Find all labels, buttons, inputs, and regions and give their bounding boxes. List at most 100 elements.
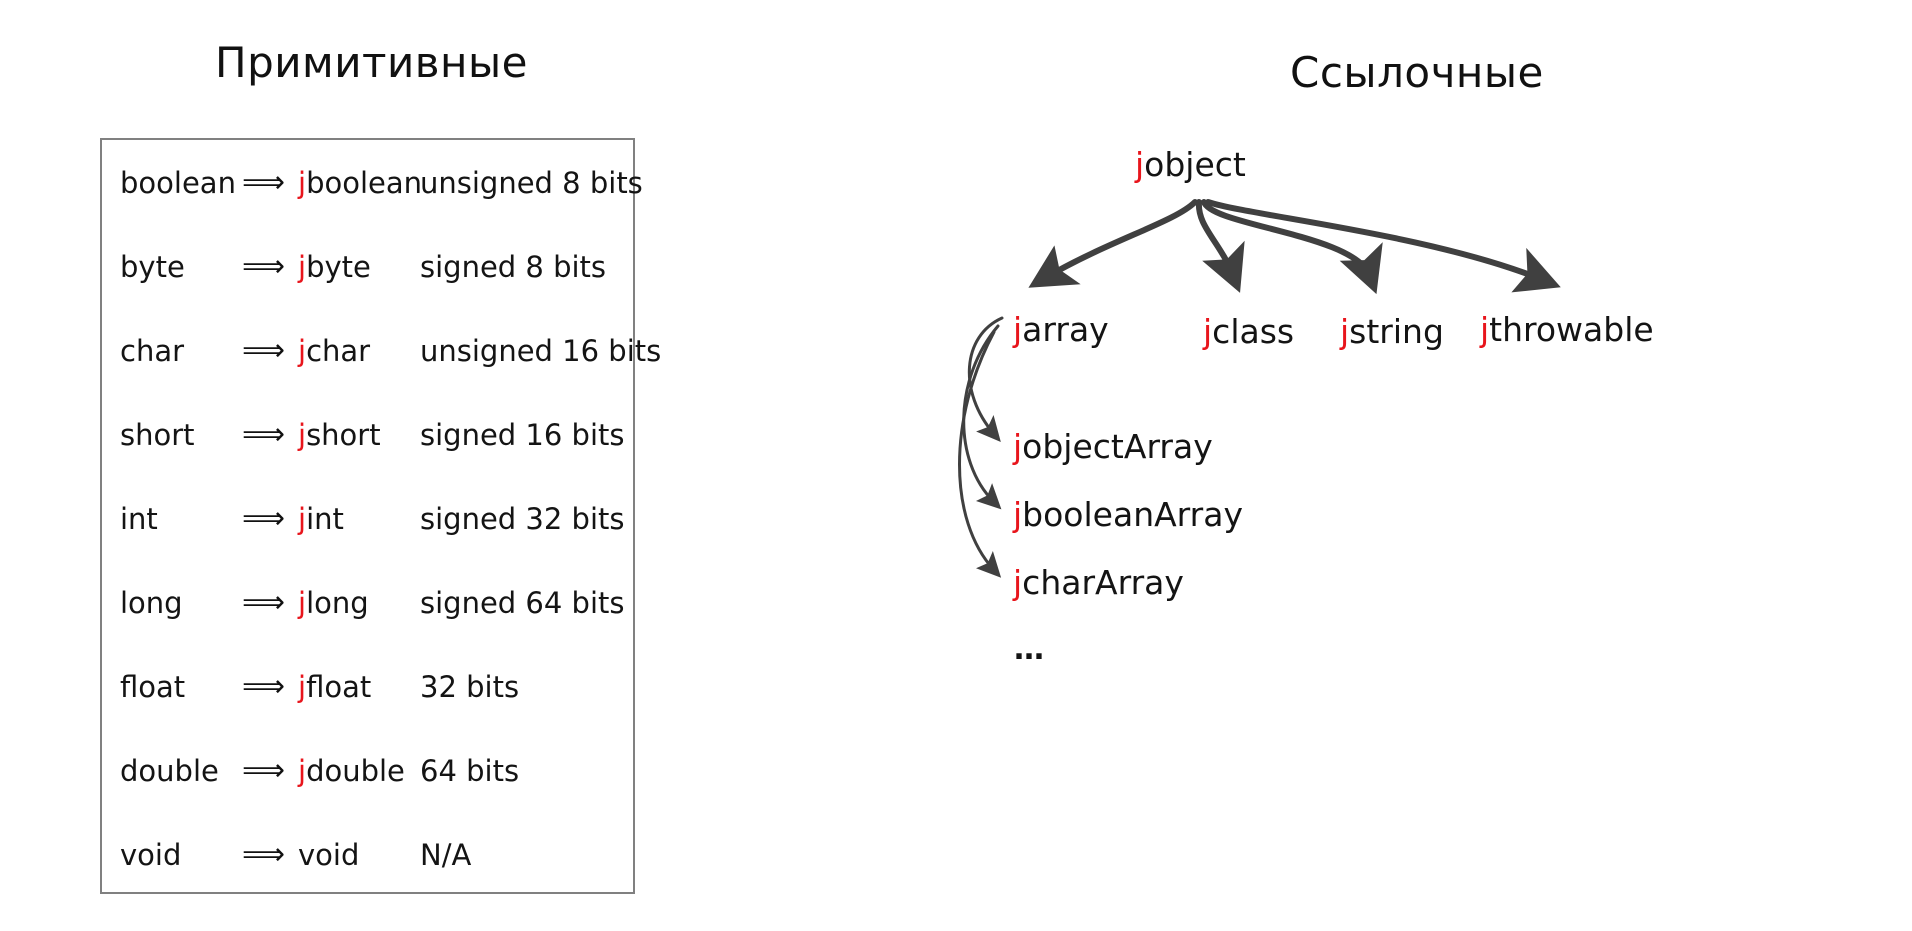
tree-node-label: charArray	[1022, 563, 1184, 602]
java-type-label: double	[120, 753, 219, 788]
tree-node-jobjectarray: jobjectArray	[1013, 430, 1213, 463]
tree-node-label: objectArray	[1022, 427, 1213, 466]
java-type-label: short	[120, 417, 195, 452]
j-prefix: j	[298, 669, 307, 704]
jni-type-rest: char	[306, 333, 371, 368]
j-prefix: j	[298, 249, 307, 284]
j-prefix: j	[1340, 312, 1350, 351]
j-prefix: j	[298, 165, 307, 200]
jni-type-rest: double	[306, 753, 405, 788]
maps-to-arrow-icon: ⟹	[242, 585, 286, 620]
arrow-jobject-to-jarray	[1028, 199, 1198, 288]
maps-to-arrow-icon: ⟹	[242, 249, 286, 284]
java-type-label: boolean	[120, 165, 236, 200]
table-row: long ⟹ jlong signed 64 bits	[102, 560, 633, 646]
jni-type-rest: long	[306, 585, 369, 620]
tree-node-ellipsis: …	[1014, 632, 1046, 667]
j-prefix: j	[1013, 563, 1023, 602]
tree-node-jchararray: jcharArray	[1013, 566, 1184, 599]
jni-type-rest: byte	[306, 249, 371, 284]
jni-type-label: jlong	[298, 585, 369, 620]
tree-node-label: array	[1022, 310, 1109, 349]
bit-width-label: unsigned 16 bits	[420, 333, 662, 368]
bit-width-label: 32 bits	[420, 669, 520, 704]
maps-to-arrow-icon: ⟹	[242, 669, 286, 704]
jni-type-rest: short	[306, 417, 381, 452]
arrow-jobject-to-jclass	[1195, 199, 1245, 293]
page-title-primitives: Примитивные	[215, 38, 528, 87]
table-row: char ⟹ jchar unsigned 16 bits	[102, 308, 661, 394]
table-row: void ⟹ void N/A	[102, 812, 633, 898]
tree-node-label: throwable	[1489, 310, 1654, 349]
j-prefix: j	[298, 417, 307, 452]
jni-type-label: jchar	[298, 333, 371, 368]
maps-to-arrow-icon: ⟹	[242, 333, 286, 368]
jni-type-label: jdouble	[298, 753, 405, 788]
jni-type-rest: float	[306, 669, 372, 704]
j-prefix: j	[298, 753, 307, 788]
maps-to-arrow-icon: ⟹	[242, 837, 286, 872]
bit-width-label: 64 bits	[420, 753, 520, 788]
jni-type-rest: boolean	[306, 165, 423, 200]
jni-type-rest: int	[306, 501, 344, 536]
jni-type-label: jbyte	[298, 249, 371, 284]
reference-type-tree: jobject jarray jclass jstring jthrowable…	[950, 130, 1900, 890]
tree-node-label: class	[1212, 312, 1295, 351]
arrow-jarray-to-jbooleanarray	[962, 324, 1002, 510]
jarray-branch-arrows	[958, 316, 1004, 578]
java-type-label: void	[120, 837, 182, 872]
arrow-jobject-to-jthrowable	[1205, 199, 1561, 293]
table-row: boolean ⟹ jboolean unsigned 8 bits	[102, 140, 643, 226]
jni-type-label: jint	[298, 501, 344, 536]
bit-width-label: signed 8 bits	[420, 249, 607, 284]
jni-type-label: jshort	[298, 417, 381, 452]
java-type-label: byte	[120, 249, 185, 284]
tree-node-jarray: jarray	[1013, 313, 1109, 346]
arrow-jarray-to-jchararray	[958, 330, 1002, 578]
jni-type-label: void	[298, 837, 360, 872]
root-branch-arrows	[1028, 199, 1561, 295]
table-row: short ⟹ jshort signed 16 bits	[102, 392, 633, 478]
j-prefix: j	[1013, 310, 1023, 349]
arrow-jarray-to-jobjectarray	[967, 316, 1004, 442]
maps-to-arrow-icon: ⟹	[242, 753, 286, 788]
j-prefix: j	[1480, 310, 1490, 349]
bit-width-label: signed 32 bits	[420, 501, 625, 536]
maps-to-arrow-icon: ⟹	[242, 417, 286, 452]
maps-to-arrow-icon: ⟹	[242, 501, 286, 536]
j-prefix: j	[298, 501, 307, 536]
tree-node-jclass: jclass	[1203, 315, 1294, 348]
tree-node-label: object	[1144, 145, 1246, 184]
tree-node-label: string	[1349, 312, 1444, 351]
j-prefix: j	[1203, 312, 1213, 351]
jni-type-label: jboolean	[298, 165, 423, 200]
bit-width-label: unsigned 8 bits	[420, 165, 643, 200]
j-prefix: j	[1135, 145, 1145, 184]
tree-node-jstring: jstring	[1340, 315, 1444, 348]
j-prefix: j	[298, 333, 307, 368]
table-row: float ⟹ jfloat 32 bits	[102, 644, 633, 730]
bit-width-label: N/A	[420, 837, 472, 872]
table-row: double ⟹ jdouble 64 bits	[102, 728, 633, 814]
tree-node-jthrowable: jthrowable	[1480, 313, 1654, 346]
primitives-table: boolean ⟹ jboolean unsigned 8 bits byte …	[100, 138, 661, 894]
j-prefix: j	[1013, 427, 1023, 466]
java-type-label: float	[120, 669, 186, 704]
java-type-label: char	[120, 333, 185, 368]
j-prefix: j	[1013, 495, 1023, 534]
java-type-label: long	[120, 585, 183, 620]
tree-node-label: booleanArray	[1022, 495, 1243, 534]
bit-width-label: signed 64 bits	[420, 585, 625, 620]
table-row: int ⟹ jint signed 32 bits	[102, 476, 633, 562]
jni-type-rest: void	[298, 837, 360, 872]
java-type-label: int	[120, 501, 158, 536]
arrow-jobject-to-jstring	[1201, 199, 1383, 295]
bit-width-label: signed 16 bits	[420, 417, 625, 452]
jni-type-label: jfloat	[298, 669, 372, 704]
tree-node-jobject: jobject	[1135, 148, 1246, 181]
tree-node-jbooleanarray: jbooleanArray	[1013, 498, 1243, 531]
page-title-reference: Ссылочные	[1290, 48, 1544, 97]
j-prefix: j	[298, 585, 307, 620]
maps-to-arrow-icon: ⟹	[242, 165, 286, 200]
table-row: byte ⟹ jbyte signed 8 bits	[102, 224, 633, 310]
